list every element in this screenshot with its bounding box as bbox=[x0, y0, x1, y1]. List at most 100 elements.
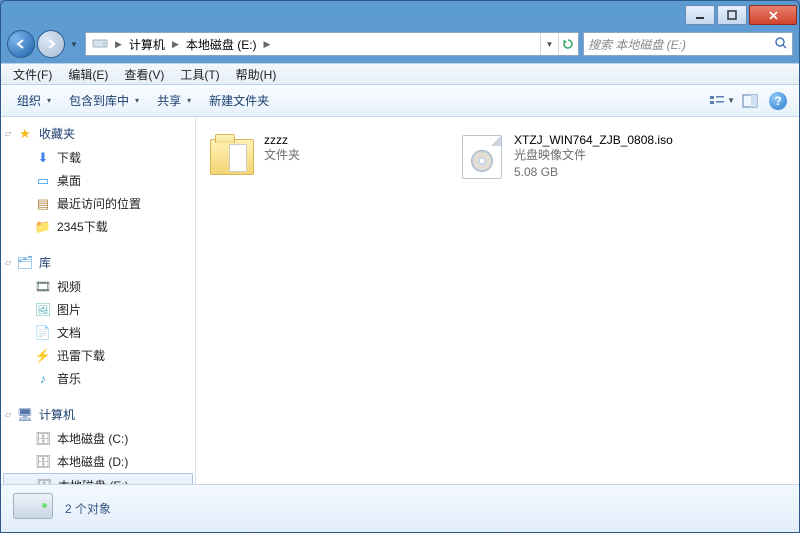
drive-icon: 🗄 bbox=[35, 431, 51, 447]
details-pane: 2 个对象 bbox=[1, 484, 799, 532]
sidebar-item-label: 文档 bbox=[57, 324, 81, 341]
title-bar bbox=[1, 1, 799, 29]
back-arrow-icon bbox=[15, 38, 27, 50]
menu-edit[interactable]: 编辑(E) bbox=[60, 64, 116, 85]
libraries-label: 库 bbox=[39, 254, 51, 271]
file-meta: zzzz 文件夹 bbox=[264, 133, 300, 164]
preview-pane-button[interactable] bbox=[737, 89, 763, 113]
organize-button[interactable]: 组织 bbox=[9, 88, 59, 113]
computer-icon: 🖥 bbox=[17, 407, 33, 423]
forward-button[interactable] bbox=[37, 30, 65, 58]
file-type: 文件夹 bbox=[264, 147, 300, 164]
library-icon: 🗂 bbox=[17, 255, 33, 271]
desktop-icon: ▭ bbox=[35, 173, 51, 189]
body-panel: ▱ ★ 收藏夹 ⬇下载 ▭ 桌面 ▤ 最近访问的位置 📁2345下载 ▱ 🗂 库 🎞… bbox=[1, 117, 799, 484]
breadcrumb-computer[interactable]: 计算机 bbox=[125, 36, 169, 53]
file-name: zzzz bbox=[264, 133, 300, 147]
sidebar-item-2345[interactable]: 📁2345下载 bbox=[1, 215, 195, 238]
search-box[interactable]: 搜索 本地磁盘 (E:) bbox=[583, 32, 793, 56]
maximize-button[interactable] bbox=[717, 5, 747, 25]
sidebar-item-drive-c[interactable]: 🗄本地磁盘 (C:) bbox=[1, 427, 195, 450]
sidebar-item-documents[interactable]: 📄文档 bbox=[1, 321, 195, 344]
command-bar: 组织 包含到库中 共享 新建文件夹 ▼ ? bbox=[1, 85, 799, 117]
chevron-right-icon[interactable]: ▶ bbox=[112, 39, 125, 50]
sidebar-item-label: 最近访问的位置 bbox=[57, 195, 141, 212]
drive-large-icon bbox=[13, 493, 53, 525]
file-item-folder[interactable]: zzzz 文件夹 bbox=[202, 129, 452, 185]
drive-icon bbox=[92, 37, 108, 52]
drive-icon: 🗄 bbox=[35, 454, 51, 470]
sidebar-item-downloads[interactable]: ⬇下载 bbox=[1, 146, 195, 169]
sidebar-item-label: 本地磁盘 (E:) bbox=[58, 477, 129, 484]
maximize-icon bbox=[727, 10, 737, 20]
search-placeholder: 搜索 本地磁盘 (E:) bbox=[588, 36, 774, 53]
chevron-down-icon: ▼ bbox=[727, 96, 735, 105]
file-name: XTZJ_WIN764_ZJB_0808.iso bbox=[514, 133, 673, 147]
chevron-right-icon[interactable]: ▶ bbox=[169, 39, 182, 50]
search-icon bbox=[774, 36, 788, 53]
file-item-iso[interactable]: XTZJ_WIN764_ZJB_0808.iso 光盘映像文件 5.08 GB bbox=[452, 129, 702, 185]
music-icon: ♪ bbox=[35, 371, 51, 387]
computer-label: 计算机 bbox=[39, 406, 75, 423]
recent-icon: ▤ bbox=[35, 196, 51, 212]
collapse-icon[interactable]: ▱ bbox=[5, 410, 11, 419]
file-size: 5.08 GB bbox=[514, 164, 673, 181]
help-icon: ? bbox=[769, 92, 787, 110]
favorites-label: 收藏夹 bbox=[39, 125, 75, 142]
navigation-pane[interactable]: ▱ ★ 收藏夹 ⬇下载 ▭ 桌面 ▤ 最近访问的位置 📁2345下载 ▱ 🗂 库 🎞… bbox=[1, 117, 196, 484]
refresh-button[interactable] bbox=[558, 33, 576, 55]
include-in-library-button[interactable]: 包含到库中 bbox=[61, 88, 147, 113]
address-bar[interactable]: ▶ 计算机 ▶ 本地磁盘 (E:) ▶ ▾ bbox=[85, 32, 579, 56]
view-options-button[interactable]: ▼ bbox=[709, 89, 735, 113]
libraries-group: ▱ 🗂 库 🎞视频 🖼图片 📄文档 ⚡迅雷下载 ♪音乐 bbox=[1, 252, 195, 390]
collapse-icon[interactable]: ▱ bbox=[5, 258, 11, 267]
sidebar-item-label: 视频 bbox=[57, 278, 81, 295]
explorer-window: ▼ ▶ 计算机 ▶ 本地磁盘 (E:) ▶ ▾ 搜索 本地磁盘 (E:) bbox=[0, 0, 800, 533]
share-button[interactable]: 共享 bbox=[149, 88, 199, 113]
sidebar-item-pictures[interactable]: 🖼图片 bbox=[1, 298, 195, 321]
sidebar-item-videos[interactable]: 🎞视频 bbox=[1, 275, 195, 298]
favorites-group: ▱ ★ 收藏夹 ⬇下载 ▭ 桌面 ▤ 最近访问的位置 📁2345下载 bbox=[1, 123, 195, 238]
pictures-icon: 🖼 bbox=[35, 302, 51, 318]
sidebar-item-drive-d[interactable]: 🗄本地磁盘 (D:) bbox=[1, 450, 195, 473]
menu-help[interactable]: 帮助(H) bbox=[228, 64, 285, 85]
breadcrumb-drive-e[interactable]: 本地磁盘 (E:) bbox=[182, 36, 261, 53]
address-dropdown[interactable]: ▾ bbox=[540, 33, 558, 55]
breadcrumb-root-icon[interactable] bbox=[88, 37, 112, 52]
window-controls bbox=[683, 5, 797, 25]
sidebar-item-thunder[interactable]: ⚡迅雷下载 bbox=[1, 344, 195, 367]
drive-icon: 🗄 bbox=[36, 478, 52, 485]
file-meta: XTZJ_WIN764_ZJB_0808.iso 光盘映像文件 5.08 GB bbox=[514, 133, 673, 181]
back-button[interactable] bbox=[7, 30, 35, 58]
sidebar-item-desktop[interactable]: ▭ 桌面 bbox=[1, 169, 195, 192]
computer-header[interactable]: ▱ 🖥 计算机 bbox=[1, 404, 195, 427]
view-options-icon bbox=[709, 94, 725, 108]
new-folder-button[interactable]: 新建文件夹 bbox=[201, 88, 277, 113]
forward-arrow-icon bbox=[45, 38, 57, 50]
preview-pane-icon bbox=[742, 94, 758, 108]
file-type: 光盘映像文件 bbox=[514, 147, 673, 164]
libraries-header[interactable]: ▱ 🗂 库 bbox=[1, 252, 195, 275]
sidebar-item-drive-e[interactable]: 🗄 本地磁盘 (E:) bbox=[3, 473, 193, 484]
computer-group: ▱ 🖥 计算机 🗄本地磁盘 (C:) 🗄本地磁盘 (D:) 🗄 本地磁盘 (E:) bbox=[1, 404, 195, 484]
iso-large-icon bbox=[458, 133, 506, 181]
nav-history-dropdown[interactable]: ▼ bbox=[67, 34, 81, 54]
menu-view[interactable]: 查看(V) bbox=[116, 64, 172, 85]
sidebar-item-music[interactable]: ♪音乐 bbox=[1, 367, 195, 390]
close-button[interactable] bbox=[749, 5, 797, 25]
menu-tools[interactable]: 工具(T) bbox=[172, 64, 227, 85]
chevron-right-icon[interactable]: ▶ bbox=[261, 39, 274, 50]
file-list[interactable]: zzzz 文件夹 XTZJ_WIN764_ZJB_0808.iso 光盘映像文件… bbox=[196, 117, 799, 484]
status-text: 2 个对象 bbox=[65, 500, 111, 517]
help-button[interactable]: ? bbox=[765, 89, 791, 113]
menu-file[interactable]: 文件(F) bbox=[5, 64, 60, 85]
collapse-icon[interactable]: ▱ bbox=[5, 129, 11, 138]
sidebar-item-recent[interactable]: ▤ 最近访问的位置 bbox=[1, 192, 195, 215]
folder-large-icon bbox=[208, 133, 256, 181]
sidebar-item-label: 下载 bbox=[57, 149, 81, 166]
sidebar-item-label: 桌面 bbox=[57, 172, 81, 189]
sidebar-item-label: 迅雷下载 bbox=[57, 347, 105, 364]
favorites-header[interactable]: ▱ ★ 收藏夹 bbox=[1, 123, 195, 146]
sidebar-item-label: 2345下载 bbox=[57, 218, 108, 235]
minimize-button[interactable] bbox=[685, 5, 715, 25]
